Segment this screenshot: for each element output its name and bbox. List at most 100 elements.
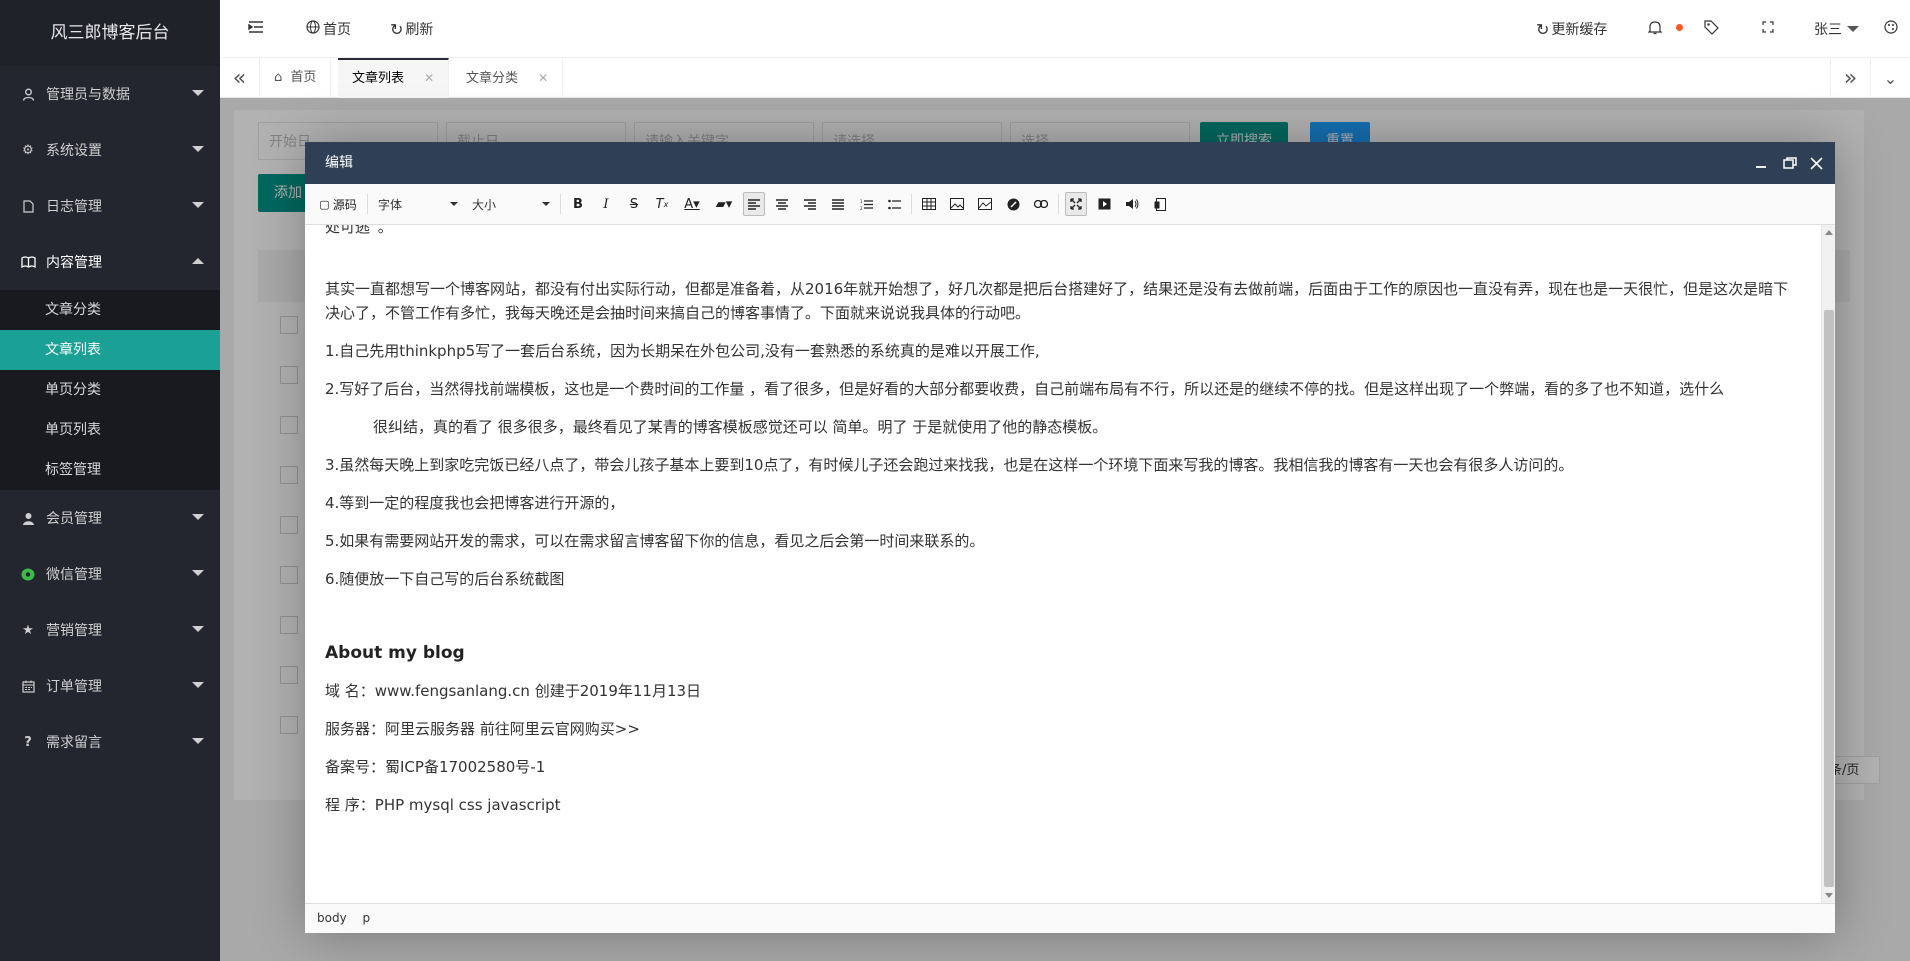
audio-icon[interactable] (1121, 192, 1143, 216)
attachment-icon[interactable] (1149, 192, 1171, 216)
book-icon (20, 254, 36, 270)
sidebar-group-settings[interactable]: ⚙ 系统设置 (0, 122, 220, 178)
tab-article-category[interactable]: 文章分类 ✕ (452, 58, 564, 98)
sidebar-group-wechat[interactable]: 微信管理 (0, 546, 220, 602)
about-line: 域 名：www.fengsanlang.cn 创建于2019年11月13日 (325, 682, 702, 700)
user-menu[interactable]: 张三 (1814, 0, 1859, 58)
scroll-thumb[interactable] (1824, 310, 1834, 887)
modal-title: 编辑 (325, 155, 353, 171)
sidebar-group-logs[interactable]: 日志管理 (0, 178, 220, 234)
editor-scrollbar[interactable] (1821, 225, 1835, 903)
modal-title-bar: 编辑 (305, 142, 1835, 184)
globe-icon (306, 20, 320, 38)
theme-button[interactable] (1884, 0, 1898, 58)
tab-bar: « ⌂ 首页 文章列表 ✕ 文章分类 ✕ » ⌄ (220, 58, 1910, 98)
palette-icon (1884, 20, 1898, 38)
toolbar-divider (560, 194, 561, 214)
tab-label: 首页 (290, 70, 317, 85)
toolbar-divider (1058, 194, 1059, 214)
sidebar-group-orders[interactable]: 订单管理 (0, 658, 220, 714)
element-path-item[interactable]: body (317, 911, 347, 925)
bullet-list-icon[interactable] (883, 192, 905, 216)
sidebar-group-content[interactable]: 内容管理 (0, 234, 220, 290)
toolbar-divider (911, 194, 912, 214)
strikethrough-icon[interactable]: S (623, 192, 645, 216)
sidebar-group-admin[interactable]: 管理员与数据 (0, 66, 220, 122)
about-line: 服务器：阿里云服务器 前往阿里云官网购买>> (325, 720, 640, 738)
element-path-item[interactable]: p (363, 911, 371, 925)
minimize-icon[interactable] (1755, 142, 1767, 184)
sidebar-item-page-list[interactable]: 单页列表 (0, 410, 220, 450)
background-color-icon[interactable]: ▰▾ (711, 192, 737, 216)
user-name: 张三 (1814, 22, 1842, 38)
font-label: 字体 (378, 197, 403, 212)
wechat-icon (20, 566, 36, 582)
sidebar-group-label: 日志管理 (46, 199, 102, 215)
align-right-icon[interactable] (799, 192, 821, 216)
svg-text:2: 2 (860, 206, 863, 210)
font-size-select[interactable]: 大小 (468, 192, 554, 216)
link-icon[interactable] (1030, 192, 1052, 216)
editor-content[interactable]: 处可逃”。 其实一直都想写一个博客网站，都没有付出实际行动，但都是准备着，从20… (305, 225, 1821, 903)
home-link[interactable]: 首页 (306, 0, 351, 58)
emoticon-icon[interactable] (1002, 192, 1024, 216)
double-chevron-right-icon: » (1843, 65, 1858, 91)
editor-toolbar: ▢ 源码 字体 大小 B I S Tx A▾ ▰▾ 12 (305, 184, 1835, 225)
menu-toggle-button[interactable] (248, 0, 264, 58)
scroll-up-icon[interactable] (1825, 230, 1833, 235)
sidebar-group-label: 内容管理 (46, 255, 102, 271)
sidebar-group-members[interactable]: 会员管理 (0, 490, 220, 546)
sidebar-item-article-category[interactable]: 文章分类 (0, 290, 220, 330)
clear-format-icon[interactable]: Tx (651, 192, 673, 216)
sidebar-group-label: 管理员与数据 (46, 87, 130, 103)
tabs-menu-button[interactable]: ⌄ (1870, 58, 1910, 98)
tabs-scroll-right-button[interactable]: » (1830, 58, 1870, 98)
multi-image-icon[interactable] (974, 192, 996, 216)
chevron-down-icon (192, 90, 204, 96)
source-button[interactable]: ▢ 源码 (315, 192, 361, 216)
bold-icon[interactable]: B (567, 192, 589, 216)
chevron-down-icon (192, 146, 204, 152)
fullscreen-icon[interactable] (1065, 192, 1087, 216)
size-label: 大小 (472, 197, 497, 212)
tabs-scroll-left-button[interactable]: « (220, 58, 260, 98)
maximize-icon[interactable] (1783, 142, 1797, 184)
member-icon (20, 510, 36, 526)
sidebar-item-page-category[interactable]: 单页分类 (0, 370, 220, 410)
ordered-list-icon[interactable]: 12 (855, 192, 877, 216)
tab-label: 文章分类 (466, 71, 519, 86)
notification-button[interactable] (1647, 0, 1663, 58)
question-icon: ? (24, 734, 32, 750)
align-justify-icon[interactable] (827, 192, 849, 216)
font-color-icon[interactable]: A▾ (679, 192, 705, 216)
home-label: 首页 (323, 22, 351, 38)
close-icon[interactable] (1810, 142, 1823, 184)
paragraph: 1.自己先用thinkphp5写了一套后台系统，因为长期呆在外包公司,没有一套熟… (325, 342, 1040, 360)
update-cache-button[interactable]: ↻ 更新缓存 (1536, 0, 1607, 58)
sidebar-item-tag-management[interactable]: 标签管理 (0, 450, 220, 490)
paragraph: 6.随便放一下自己写的后台系统截图 (325, 570, 565, 588)
tag-button[interactable] (1704, 0, 1719, 58)
tag-icon (1704, 19, 1719, 39)
refresh-button[interactable]: ↻ 刷新 (390, 0, 433, 58)
chevron-up-icon (192, 258, 204, 264)
scroll-down-icon[interactable] (1825, 893, 1833, 898)
tab-article-list[interactable]: 文章列表 ✕ (338, 58, 450, 98)
font-family-select[interactable]: 字体 (374, 192, 462, 216)
paragraph (325, 253, 1801, 277)
content-subnav: 文章分类 文章列表 单页分类 单页列表 标签管理 (0, 290, 220, 490)
fullscreen-button[interactable] (1762, 0, 1774, 58)
tab-home[interactable]: ⌂ 首页 (260, 58, 332, 98)
align-center-icon[interactable] (771, 192, 793, 216)
bell-icon (1647, 20, 1663, 39)
image-icon[interactable] (946, 192, 968, 216)
align-left-icon[interactable] (743, 192, 765, 216)
sidebar-group-marketing[interactable]: ★ 营销管理 (0, 602, 220, 658)
video-icon[interactable] (1093, 192, 1115, 216)
table-icon[interactable] (918, 192, 940, 216)
italic-icon[interactable]: I (595, 192, 617, 216)
close-icon[interactable]: ✕ (424, 71, 434, 85)
sidebar-item-article-list[interactable]: 文章列表 (0, 330, 220, 370)
sidebar-group-requests[interactable]: ? 需求留言 (0, 714, 220, 770)
close-icon[interactable]: ✕ (538, 71, 548, 85)
